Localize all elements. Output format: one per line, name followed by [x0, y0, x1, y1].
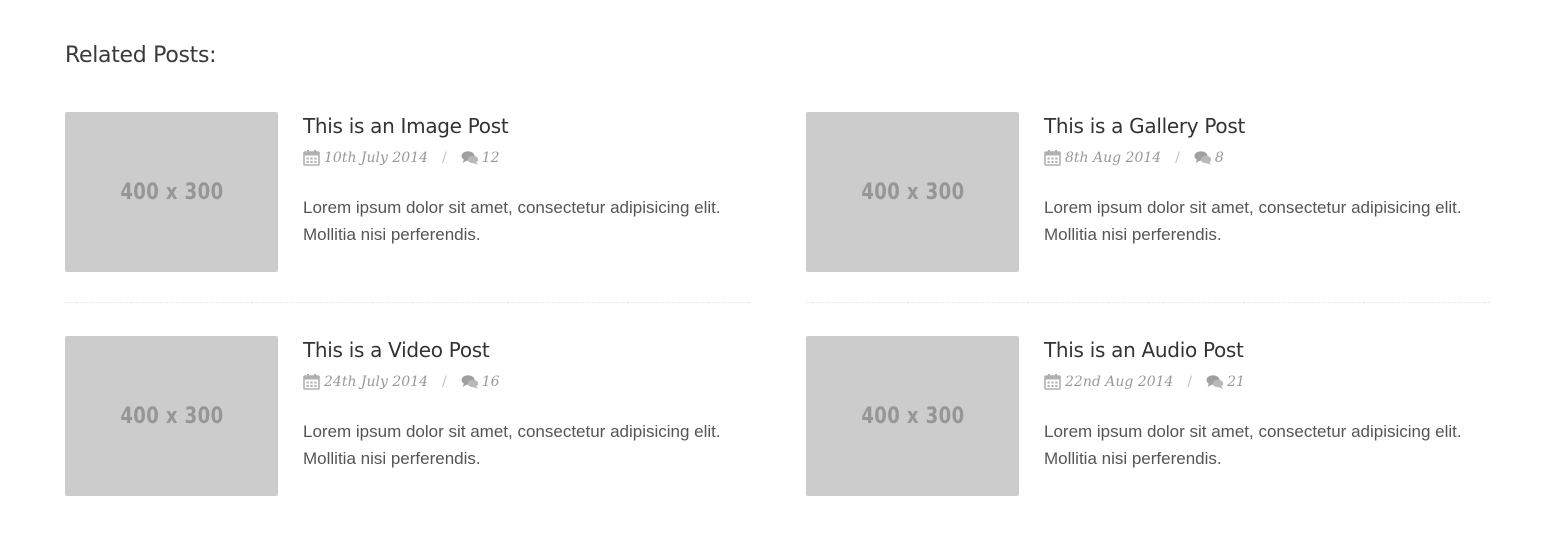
post-title-link[interactable]: This is an Image Post — [303, 114, 509, 138]
comments-icon — [1194, 150, 1212, 166]
meta-separator: / — [442, 150, 447, 166]
post-title-link[interactable]: This is an Audio Post — [1044, 338, 1244, 362]
comment-count[interactable]: 12 — [482, 150, 500, 166]
meta-separator: / — [442, 374, 447, 390]
calendar-icon — [303, 374, 321, 390]
related-post: 400 x 300 This is an Image Post 10th Jul… — [65, 112, 755, 272]
post-date: 10th July 2014 — [324, 150, 429, 166]
calendar-icon — [1044, 374, 1062, 390]
post-excerpt: Lorem ipsum dolor sit amet, consectetur … — [303, 198, 721, 244]
comments-icon — [461, 374, 479, 390]
comments-icon — [1206, 374, 1224, 390]
post-thumbnail[interactable]: 400 x 300 — [65, 112, 278, 272]
post-date: 22nd Aug 2014 — [1065, 374, 1174, 390]
post-divider — [806, 302, 1491, 303]
meta-separator: / — [1175, 150, 1180, 166]
post-excerpt: Lorem ipsum dolor sit amet, consectetur … — [1044, 198, 1462, 244]
post-thumbnail[interactable]: 400 x 300 — [806, 336, 1019, 496]
post-title-link[interactable]: This is a Video Post — [303, 338, 490, 362]
comment-count[interactable]: 21 — [1227, 374, 1245, 390]
post-date: 8th Aug 2014 — [1065, 150, 1162, 166]
calendar-icon — [1044, 150, 1062, 166]
post-date: 24th July 2014 — [324, 374, 429, 390]
comments-icon — [461, 150, 479, 166]
thumbnail-placeholder-label: 400 x 300 — [860, 179, 965, 205]
post-meta: 10th July 2014 / 12 — [303, 150, 500, 166]
thumbnail-placeholder-label: 400 x 300 — [860, 403, 965, 429]
post-meta: 24th July 2014 / 16 — [303, 374, 500, 390]
related-post: 400 x 300 This is an Audio Post 22nd Aug… — [806, 336, 1496, 496]
comment-count[interactable]: 16 — [482, 374, 500, 390]
related-post: 400 x 300 This is a Gallery Post 8th Aug… — [806, 112, 1496, 272]
calendar-icon — [303, 150, 321, 166]
post-title-link[interactable]: This is a Gallery Post — [1044, 114, 1245, 138]
post-excerpt: Lorem ipsum dolor sit amet, consectetur … — [303, 422, 721, 468]
related-post: 400 x 300 This is a Video Post 24th July… — [65, 336, 755, 496]
post-meta: 8th Aug 2014 / 8 — [1044, 150, 1224, 166]
post-thumbnail[interactable]: 400 x 300 — [806, 112, 1019, 272]
post-meta: 22nd Aug 2014 / 21 — [1044, 374, 1245, 390]
post-thumbnail[interactable]: 400 x 300 — [65, 336, 278, 496]
post-excerpt: Lorem ipsum dolor sit amet, consectetur … — [1044, 422, 1462, 468]
section-title: Related Posts: — [65, 43, 217, 68]
post-divider — [65, 302, 750, 303]
comment-count[interactable]: 8 — [1215, 150, 1224, 166]
thumbnail-placeholder-label: 400 x 300 — [119, 403, 224, 429]
meta-separator: / — [1187, 374, 1193, 390]
thumbnail-placeholder-label: 400 x 300 — [119, 179, 224, 205]
